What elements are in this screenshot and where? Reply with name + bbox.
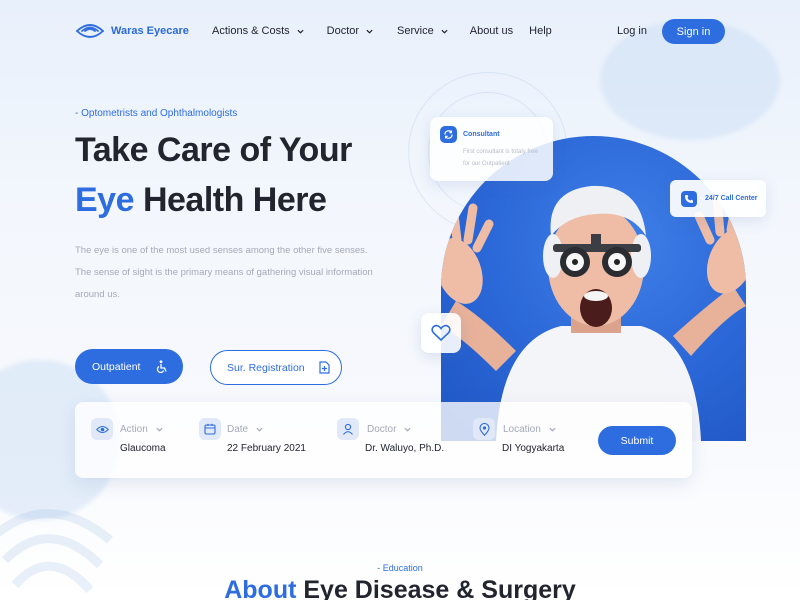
chevron-down-icon [297, 29, 304, 34]
phone-icon [681, 190, 697, 207]
menu-item-label: Doctor [326, 25, 360, 37]
hero-description: The eye is one of the most used senses a… [75, 245, 373, 300]
menu-item-label: Help [529, 25, 552, 37]
education-kicker: - Education [377, 563, 423, 573]
consultant-text: First consultant is totaly free for our … [463, 149, 538, 167]
brand-logo[interactable]: Waras Eyecare [75, 21, 189, 41]
field-label: Location [503, 424, 556, 435]
field-value: 22 February 2021 [227, 443, 306, 454]
education-title-rest: Eye Disease & Surgery [296, 576, 576, 600]
location-field[interactable]: Location DI Yogyakarta [473, 402, 593, 478]
chevron-down-icon [404, 427, 412, 432]
hero-kicker: - Optometrists and Ophthalmologists [75, 108, 238, 119]
action-field[interactable]: Action Glaucoma [91, 402, 201, 478]
field-label: Action [120, 424, 163, 435]
field-value: DI Yogyakarta [502, 443, 565, 454]
education-title: About Eye Disease & Surgery [0, 576, 800, 600]
chevron-down-icon [366, 29, 373, 34]
chevron-down-icon [549, 427, 556, 432]
registration-label: Sur. Registration [227, 361, 305, 374]
hero-title-line2: Eye Health Here [75, 181, 327, 220]
favorite-button[interactable] [421, 313, 461, 353]
field-value: Dr. Waluyo, Ph.D. [365, 443, 445, 454]
call-center-label: 24/7 Call Center [705, 195, 758, 202]
eye-icon [91, 418, 113, 440]
document-add-icon [319, 361, 330, 374]
chevron-down-icon [156, 427, 163, 432]
outpatient-button[interactable]: Outpatient [75, 349, 183, 384]
signin-button[interactable]: Sign in [662, 19, 725, 44]
user-icon [337, 418, 359, 440]
call-center-card[interactable]: 24/7 Call Center [670, 180, 766, 217]
brand-name: Waras Eyecare [111, 25, 189, 37]
top-navigation: Waras Eyecare Actions & Costs Doctor Ser… [0, 0, 800, 62]
main-menu: Actions & Costs Doctor Service About us … [212, 25, 552, 37]
wheelchair-icon [157, 360, 168, 373]
location-icon [473, 418, 495, 440]
eye-logo-icon [76, 24, 104, 38]
date-field[interactable]: Date 22 February 2021 [199, 402, 329, 478]
chevron-down-icon [441, 29, 448, 34]
heart-icon [431, 324, 451, 342]
education-title-accent: About [224, 576, 297, 600]
calendar-icon [199, 418, 221, 440]
hero-title-line1: Take Care of Your [75, 131, 352, 169]
hero-title-accent: Eye [75, 181, 135, 219]
menu-item-service[interactable]: Service [397, 25, 448, 37]
hero-title-rest: Health Here [134, 181, 327, 219]
field-value: Glaucoma [120, 443, 166, 454]
menu-item-doctor[interactable]: Doctor [327, 25, 373, 37]
doctor-field[interactable]: Doctor Dr. Waluyo, Ph.D. [337, 402, 467, 478]
menu-item-label: Service [397, 25, 434, 37]
menu-item-actions-costs[interactable]: Actions & Costs [212, 25, 304, 37]
submit-button[interactable]: Submit [598, 426, 676, 455]
field-label: Doctor [367, 424, 412, 435]
menu-item-label: Actions & Costs [212, 25, 290, 37]
outpatient-label: Outpatient [92, 360, 141, 373]
chevron-down-icon [256, 427, 263, 432]
menu-item-help[interactable]: Help [529, 25, 552, 37]
menu-item-label: About us [469, 25, 514, 37]
menu-item-about-us[interactable]: About us [470, 25, 513, 37]
appointment-search-bar: Action Glaucoma Date 22 February 2021 Do… [75, 402, 692, 478]
field-label: Date [227, 424, 263, 435]
registration-button[interactable]: Sur. Registration [210, 350, 342, 385]
consultant-card: Consultant First consultant is totaly fr… [430, 117, 553, 181]
refresh-icon [440, 126, 457, 143]
login-link[interactable]: Log in [617, 25, 647, 37]
consultant-title: Consultant [463, 131, 500, 138]
